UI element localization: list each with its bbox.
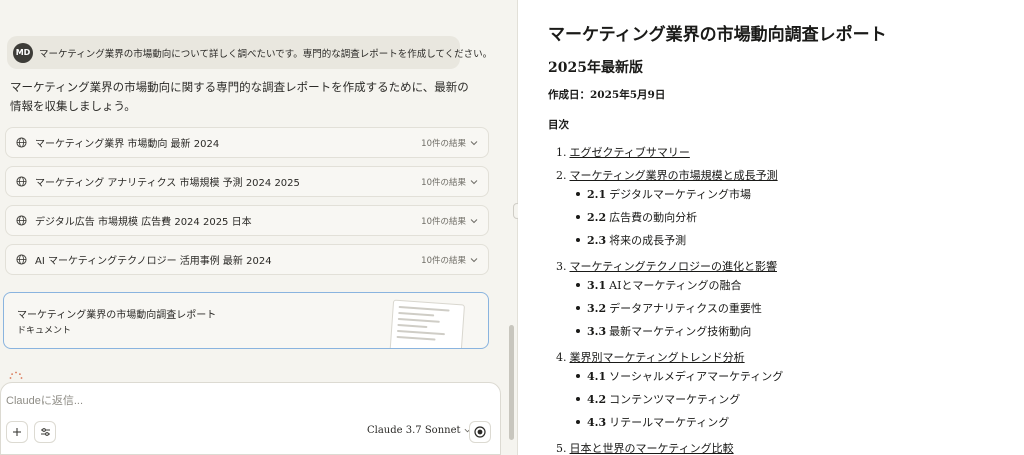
chevron-down-icon[interactable] xyxy=(470,139,478,147)
result-count: 10件の結果 xyxy=(421,255,466,266)
message-composer: Claude 3.7 Sonnet xyxy=(0,382,501,455)
toc-item[interactable]: 5. 日本と世界のマーケティング比較 xyxy=(556,440,734,455)
sliders-icon xyxy=(40,428,50,436)
report-subtitle: 2025年最新版 xyxy=(548,60,643,76)
chat-pane: MD マーケティング業界の市場動向について詳しく調べたいです。専門的な調査レポー… xyxy=(0,0,517,455)
model-name: Claude 3.7 Sonnet xyxy=(367,425,461,436)
toc-subitem: 4.2 コンテンツマーケティング xyxy=(576,391,740,407)
chevron-down-icon[interactable] xyxy=(470,217,478,225)
add-button[interactable] xyxy=(6,421,28,443)
document-card[interactable]: マーケティング業界の市場動向調査レポート ドキュメント xyxy=(3,292,489,349)
search-result-row[interactable]: AI マーケティングテクノロジー 活用事例 最新 2024 10件の結果 xyxy=(5,244,489,275)
toc-subitem: 2.3 将来の成長予測 xyxy=(576,232,686,248)
avatar: MD xyxy=(13,42,33,63)
toc-subitem: 3.2 データアナリティクスの重要性 xyxy=(576,300,762,316)
toc-subitem: 3.3 最新マーケティング技術動向 xyxy=(576,323,751,339)
report-title: マーケティング業界の市場動向調査レポート xyxy=(548,25,887,45)
report-date: 作成日：2025年5月9日 xyxy=(548,89,666,101)
record-icon xyxy=(474,426,486,438)
search-query: AI マーケティングテクノロジー 活用事例 最新 2024 xyxy=(35,256,272,267)
toc-link[interactable]: マーケティング業界の市場規模と成長予測 xyxy=(570,169,778,182)
chat-scrollbar[interactable] xyxy=(509,325,514,440)
toc-subitem: 2.1 デジタルマーケティング市場 xyxy=(576,186,751,202)
toc-link[interactable]: マーケティングテクノロジーの進化と影響 xyxy=(570,260,777,273)
toc-link[interactable]: 日本と世界のマーケティング比較 xyxy=(570,442,734,455)
user-message: MD マーケティング業界の市場動向について詳しく調べたいです。専門的な調査レポー… xyxy=(7,36,492,69)
document-type: ドキュメント xyxy=(17,326,72,336)
toc-subitem: 4.3 リテールマーケティング xyxy=(576,414,729,430)
toc-item[interactable]: 1. エグゼクティブサマリー xyxy=(556,144,690,160)
tools-button[interactable] xyxy=(34,421,56,443)
toc-link[interactable]: エグゼクティブサマリー xyxy=(570,146,690,159)
toc-item[interactable]: 4. 業界別マーケティングトレンド分析 xyxy=(556,349,745,365)
chevron-down-icon[interactable] xyxy=(470,256,478,264)
toc-item[interactable]: 3. マーケティングテクノロジーの進化と影響 xyxy=(556,258,777,274)
globe-icon xyxy=(16,176,27,187)
toc-heading: 目次 xyxy=(548,119,569,131)
document-thumbnail xyxy=(388,299,466,348)
reply-input[interactable] xyxy=(6,392,486,410)
search-query: マーケティング アナリティクス 市場規模 予測 2024 2025 xyxy=(35,178,300,189)
artifact-pane: マーケティング業界の市場動向調査レポート 2025年最新版 作成日：2025年5… xyxy=(518,0,1024,455)
toc-subitem: 3.1 AIとマーケティングの融合 xyxy=(576,277,742,293)
globe-icon xyxy=(16,254,27,265)
search-query: マーケティング業界 市場動向 最新 2024 xyxy=(35,139,220,150)
plus-icon xyxy=(13,428,21,436)
chevron-down-icon[interactable] xyxy=(470,178,478,186)
search-result-row[interactable]: マーケティング業界 市場動向 最新 2024 10件の結果 xyxy=(5,127,489,158)
search-result-row[interactable]: マーケティング アナリティクス 市場規模 予測 2024 2025 10件の結果 xyxy=(5,166,489,197)
toc-subitem: 2.2 広告費の動向分析 xyxy=(576,209,697,225)
globe-icon xyxy=(16,215,27,226)
search-result-row[interactable]: デジタル広告 市場規模 広告費 2024 2025 日本 10件の結果 xyxy=(5,205,489,236)
record-button[interactable] xyxy=(469,421,491,443)
toc-subitem: 4.1 ソーシャルメディアマーケティング xyxy=(576,368,783,384)
document-title: マーケティング業界の市場動向調査レポート xyxy=(17,310,217,321)
assistant-message-text: マーケティング業界の市場動向に関する専門的な調査レポートを作成するために、最新の… xyxy=(10,80,469,113)
result-count: 10件の結果 xyxy=(421,177,466,188)
globe-icon xyxy=(16,137,27,148)
model-selector[interactable]: Claude 3.7 Sonnet xyxy=(367,425,471,436)
toc-item[interactable]: 2. マーケティング業界の市場規模と成長予測 xyxy=(556,167,778,183)
search-query: デジタル広告 市場規模 広告費 2024 2025 日本 xyxy=(35,217,252,228)
result-count: 10件の結果 xyxy=(421,138,466,149)
user-message-text: マーケティング業界の市場動向について詳しく調べたいです。専門的な調査レポートを作… xyxy=(39,48,493,60)
toc-link[interactable]: 業界別マーケティングトレンド分析 xyxy=(570,351,745,364)
result-count: 10件の結果 xyxy=(421,216,466,227)
